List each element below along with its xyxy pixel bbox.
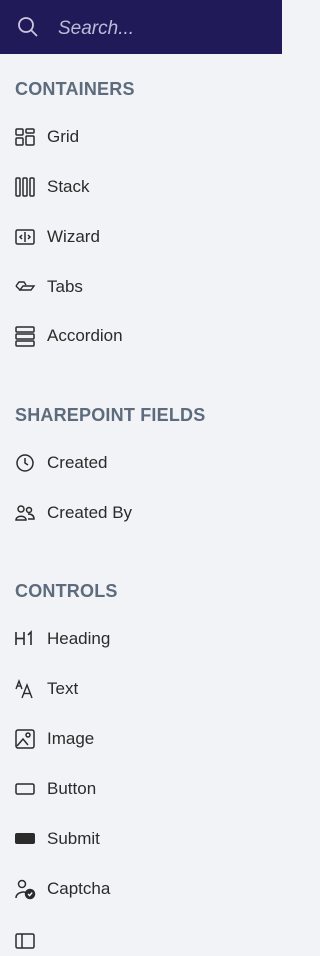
sidebar-item-label: Captcha — [47, 879, 111, 898]
sidebar-item-label: Tabs — [47, 277, 83, 296]
sidebar-item-button[interactable]: Button — [0, 772, 282, 806]
sidebar-item-submit[interactable]: Submit — [0, 822, 282, 856]
sidebar-item-label: Created — [47, 453, 108, 472]
sidebar-item-accordion[interactable]: Accordion — [0, 319, 282, 353]
users-icon — [15, 505, 35, 521]
sidebar-item-stack[interactable]: Stack — [0, 170, 282, 204]
sidebar-item-label: Heading — [47, 629, 111, 648]
sidebar-item-image[interactable]: Image — [0, 722, 282, 756]
search-icon — [18, 17, 38, 37]
sidebar-item-tabs[interactable]: Tabs — [0, 270, 282, 304]
tabs-icon — [15, 281, 36, 291]
search-bar — [0, 0, 282, 54]
sidebar-item-created-by[interactable]: Created By — [0, 496, 282, 530]
text-size-icon — [15, 679, 33, 699]
grid-icon — [15, 128, 35, 146]
sidebar-item-label: Button — [47, 779, 97, 798]
section-title-controls: CONTROLS — [15, 581, 118, 601]
sidebar-item-created[interactable]: Created — [0, 446, 282, 480]
search-input[interactable] — [56, 15, 270, 43]
section-title-sharepoint-fields: SHAREPOINT FIELDS — [15, 405, 206, 425]
sidebar-item-label: Created By — [47, 503, 133, 522]
sidebar-item-label: Grid — [47, 127, 80, 146]
sidebar-item-label: Stack — [47, 177, 90, 196]
user-check-icon — [15, 879, 36, 900]
sidebar-item-grid[interactable]: Grid — [0, 120, 282, 154]
sidebar-item-wizard[interactable]: Wizard — [0, 220, 282, 254]
grid-icon — [15, 933, 35, 949]
sidebar-item-label: Submit — [47, 829, 100, 848]
image-icon — [15, 729, 35, 749]
button-outline-icon — [15, 783, 35, 795]
sidebar-item-captcha[interactable]: Captcha — [0, 872, 282, 906]
wizard-icon — [15, 229, 35, 245]
sidebar-item-label: Image — [47, 729, 95, 748]
sidebar-item-label: Text — [47, 679, 79, 698]
sidebar-item-heading[interactable]: Heading — [0, 622, 282, 656]
section-title-containers: CONTAINERS — [15, 79, 135, 99]
clock-icon — [16, 454, 34, 472]
sidebar-item-label: Wizard — [47, 227, 100, 246]
stack-icon — [15, 177, 35, 197]
sidebar-item-text[interactable]: Text — [0, 672, 282, 706]
heading-h1-icon — [15, 630, 32, 645]
sidebar-item-label: Accordion — [47, 326, 123, 345]
sidebar-item-partial[interactable] — [0, 922, 282, 956]
submit-filled-icon — [15, 833, 35, 844]
accordion-icon — [15, 326, 35, 347]
